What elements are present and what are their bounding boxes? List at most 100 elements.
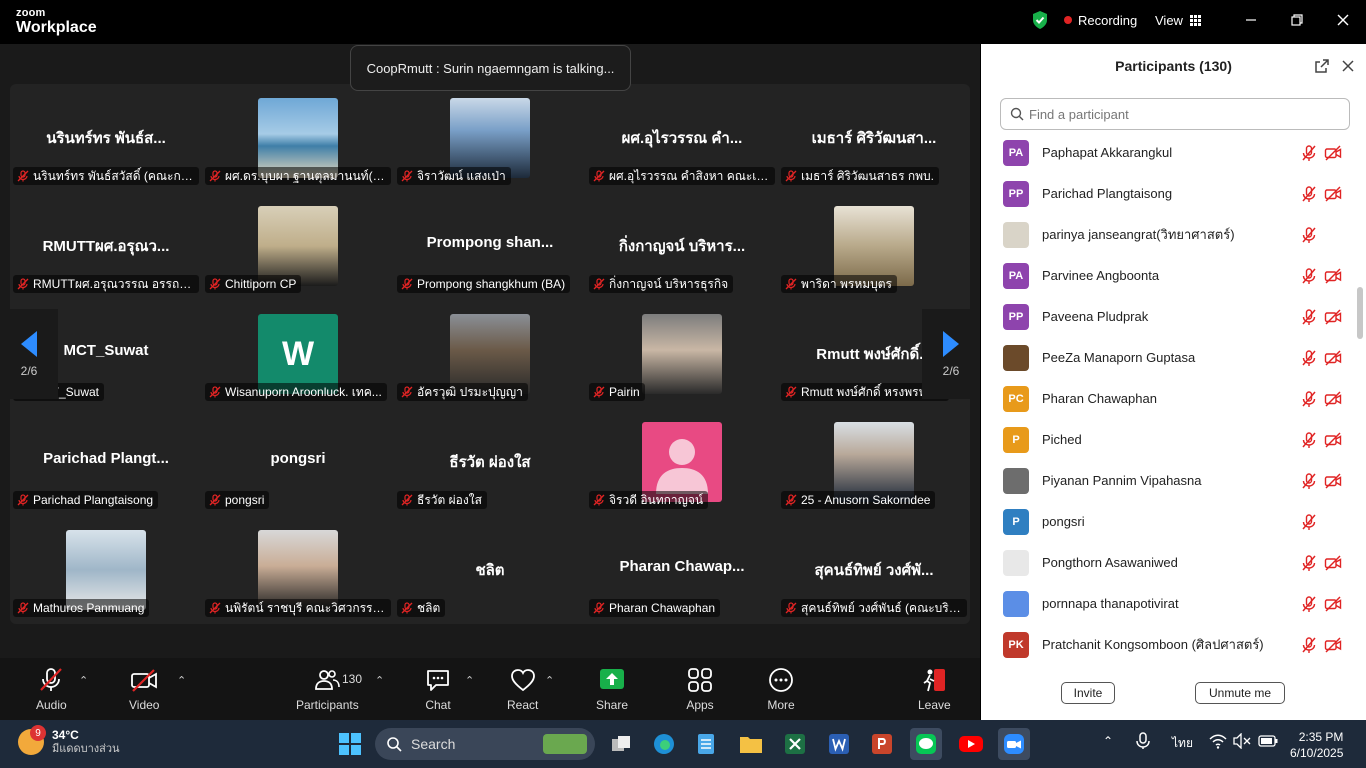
notepad-app[interactable]: [690, 728, 722, 760]
muted-mic-icon[interactable]: [1300, 431, 1318, 449]
close-window-button[interactable]: [1333, 10, 1353, 30]
excel-app[interactable]: [779, 728, 811, 760]
apps-button[interactable]: Apps: [686, 666, 714, 712]
word-app[interactable]: [823, 728, 855, 760]
video-off-icon[interactable]: [1324, 308, 1342, 326]
participant-row[interactable]: Piyanan Pannim Vipahasna: [981, 460, 1356, 501]
previous-page-button[interactable]: 2/6: [0, 309, 58, 399]
system-clock[interactable]: 2:35 PM 6/10/2025: [1290, 729, 1343, 761]
audio-options-caret[interactable]: ⌃: [79, 674, 88, 687]
muted-mic-icon[interactable]: [1300, 144, 1318, 162]
participant-tile[interactable]: นพิรัตน์ ราชบุรี คณะวิศวกรรมศ...: [202, 516, 394, 624]
video-off-icon[interactable]: [1324, 144, 1342, 162]
react-button[interactable]: React: [507, 666, 538, 712]
participant-tile[interactable]: Pairin: [586, 300, 778, 408]
muted-mic-icon[interactable]: [1300, 185, 1318, 203]
react-options-caret[interactable]: ⌃: [545, 674, 554, 687]
participant-row[interactable]: PK Pratchanit Kongsomboon (ศิลปศาสตร์): [981, 624, 1356, 665]
language-indicator[interactable]: ไทย: [1172, 734, 1193, 753]
chat-button[interactable]: Chat: [424, 666, 452, 712]
participant-tile[interactable]: นรินทร์ทร พันธ์ส... นรินทร์ทร พันธ์สวัสดิ…: [10, 84, 202, 192]
participant-row[interactable]: PeeZa Manaporn Guptasa: [981, 337, 1356, 378]
participant-tile[interactable]: RMUTTผศ.อรุณว... RMUTTผศ.อรุณวรรณ อรรถธ..…: [10, 192, 202, 300]
video-off-icon[interactable]: [1324, 267, 1342, 285]
invite-button[interactable]: Invite: [1061, 682, 1115, 704]
muted-mic-icon[interactable]: [1300, 595, 1318, 613]
participant-tile[interactable]: จิราวัฒน์ แสงเป่า: [394, 84, 586, 192]
video-button[interactable]: Video: [129, 666, 159, 712]
video-off-icon[interactable]: [1324, 185, 1342, 203]
participant-tile[interactable]: Prompong shan... Prompong shangkhum (BA): [394, 192, 586, 300]
close-panel-icon[interactable]: [1340, 58, 1356, 74]
recording-indicator[interactable]: Recording: [1064, 0, 1137, 40]
video-off-icon[interactable]: [1324, 595, 1342, 613]
participant-row[interactable]: parinya janseangrat(วิทยาศาสตร์): [981, 214, 1356, 255]
participant-tile[interactable]: ธีรวัต ผ่องใส ธีรวัต ผ่องใส: [394, 408, 586, 516]
video-off-icon[interactable]: [1324, 636, 1342, 654]
youtube-app[interactable]: [955, 728, 987, 760]
participant-row[interactable]: PP Parichad Plangtaisong: [981, 173, 1356, 214]
start-button[interactable]: [338, 732, 362, 761]
share-button[interactable]: Share: [596, 666, 628, 712]
muted-mic-icon[interactable]: [1300, 554, 1318, 572]
volume-muted-icon[interactable]: [1233, 732, 1251, 752]
chat-options-caret[interactable]: ⌃: [465, 674, 474, 687]
muted-mic-icon[interactable]: [1300, 472, 1318, 490]
participant-row[interactable]: PP Paveena Pludprak: [981, 296, 1356, 337]
participant-tile[interactable]: จิรวดี อินทกาญจน์: [586, 408, 778, 516]
participant-search-input[interactable]: Find a participant: [1000, 98, 1350, 130]
muted-mic-icon[interactable]: [1300, 267, 1318, 285]
participant-row[interactable]: PC Pharan Chawaphan: [981, 378, 1356, 419]
participant-row[interactable]: PA Parvinee Angboonta: [981, 255, 1356, 296]
video-off-icon[interactable]: [1324, 472, 1342, 490]
powerpoint-app[interactable]: [866, 728, 898, 760]
participant-row[interactable]: Ppongsri: [981, 501, 1356, 542]
weather-widget[interactable]: 9 34°C มีแดดบางส่วน: [18, 725, 120, 756]
participant-row[interactable]: Pongthorn Asawaniwed: [981, 542, 1356, 583]
wifi-icon[interactable]: [1209, 733, 1227, 752]
participant-tile[interactable]: W Wisanuporn Aroonluck. เทค...: [202, 300, 394, 408]
participant-tile[interactable]: สุคนธ์ทิพย์ วงศ์พั... สุคนธ์ทิพย์ วงศ์พัน…: [778, 516, 970, 624]
participant-tile[interactable]: ผศ.อุไรวรรณ คำ... ผศ.อุไรวรรณ คำสิงหา คณะ…: [586, 84, 778, 192]
next-page-button[interactable]: 2/6: [922, 309, 980, 399]
minimize-button[interactable]: [1241, 10, 1261, 30]
video-off-icon[interactable]: [1324, 390, 1342, 408]
video-off-icon[interactable]: [1324, 431, 1342, 449]
popout-icon[interactable]: [1314, 58, 1330, 74]
battery-icon[interactable]: [1258, 734, 1278, 751]
scrollbar-thumb[interactable]: [1357, 287, 1363, 339]
more-button[interactable]: More: [767, 666, 795, 712]
restore-button[interactable]: [1287, 10, 1307, 30]
muted-mic-icon[interactable]: [1300, 390, 1318, 408]
participant-tile[interactable]: Parichad Plangt... Parichad Plangtaisong: [10, 408, 202, 516]
video-off-icon[interactable]: [1324, 349, 1342, 367]
leave-button[interactable]: Leave: [918, 666, 951, 712]
view-button[interactable]: View: [1155, 0, 1201, 40]
video-off-icon[interactable]: [1324, 554, 1342, 572]
show-hidden-icons-caret[interactable]: ⌃: [1103, 734, 1113, 748]
participant-tile[interactable]: พาริดา พรหมบุตร: [778, 192, 970, 300]
participant-row[interactable]: pornnapa thanapotivirat: [981, 583, 1356, 624]
participant-tile[interactable]: pongsri pongsri: [202, 408, 394, 516]
task-view-app[interactable]: [605, 728, 637, 760]
participant-tile[interactable]: เมธาร์ ศิริวัฒนสา... เมธาร์ ศิริวัฒนสาธร …: [778, 84, 970, 192]
muted-mic-icon[interactable]: [1300, 636, 1318, 654]
file-explorer-app[interactable]: [735, 728, 767, 760]
participants-options-caret[interactable]: ⌃: [375, 674, 384, 687]
taskbar-search[interactable]: Search: [375, 728, 595, 760]
muted-mic-icon[interactable]: [1300, 226, 1318, 244]
participant-row[interactable]: P Piched: [981, 419, 1356, 460]
line-app[interactable]: [910, 728, 942, 760]
participant-tile[interactable]: กิ่งกาญจน์ บริหาร... กิ่งกาญจน์ บริหารธุร…: [586, 192, 778, 300]
microphone-tray-icon[interactable]: [1136, 732, 1150, 753]
video-options-caret[interactable]: ⌃: [177, 674, 186, 687]
muted-mic-icon[interactable]: [1300, 349, 1318, 367]
muted-mic-icon[interactable]: [1300, 513, 1318, 531]
unmute-me-button[interactable]: Unmute me: [1195, 682, 1285, 704]
participant-row[interactable]: PA Paphapat Akkarangkul: [981, 132, 1356, 173]
participant-tile[interactable]: Chittiporn CP: [202, 192, 394, 300]
participant-list-scrollbar[interactable]: [1356, 132, 1362, 662]
edge-app[interactable]: [648, 728, 680, 760]
participant-tile[interactable]: ผศ.ดร.บุบผา ฐานตุลมานนท์(บริ...: [202, 84, 394, 192]
participant-tile[interactable]: 25 - Anusorn Sakorndee: [778, 408, 970, 516]
